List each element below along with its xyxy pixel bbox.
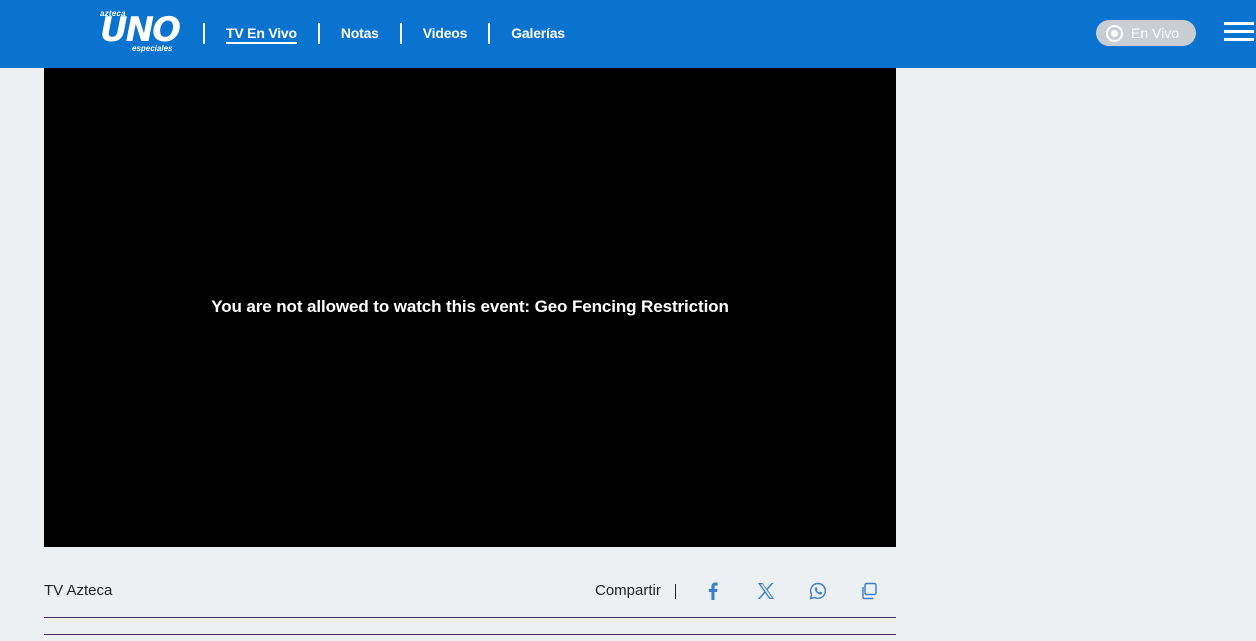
en-vivo-label: En Vivo bbox=[1131, 25, 1179, 41]
nav-item-tv-en-vivo[interactable]: TV En Vivo bbox=[205, 22, 318, 44]
copy-link-icon[interactable] bbox=[858, 580, 880, 602]
nav-item-label: Galerías bbox=[511, 25, 565, 41]
nav-separator bbox=[203, 22, 205, 44]
share-label: Compartir bbox=[595, 582, 661, 599]
site-header: azteca UNO especiales TV En Vivo Notas V… bbox=[0, 0, 1256, 68]
en-vivo-button[interactable]: En Vivo bbox=[1096, 20, 1196, 46]
nav-item-label: Notas bbox=[340, 25, 379, 41]
logo-main-text: UNO bbox=[100, 10, 181, 50]
nav-item-label: Videos bbox=[422, 25, 468, 41]
nav-item-videos[interactable]: Videos bbox=[402, 22, 488, 44]
whatsapp-icon[interactable] bbox=[807, 580, 829, 602]
live-dot-icon bbox=[1106, 24, 1123, 42]
nav-item-label: TV En Vivo bbox=[226, 25, 297, 44]
logo-sub-text: especiales bbox=[132, 44, 173, 53]
nav-separator bbox=[399, 22, 402, 44]
nav-item-notas[interactable]: Notas bbox=[320, 22, 400, 44]
share-separator bbox=[675, 584, 676, 599]
nav-separator bbox=[317, 22, 320, 44]
divider-line bbox=[44, 634, 896, 635]
facebook-icon[interactable] bbox=[702, 580, 724, 602]
azteca-uno-logo[interactable]: azteca UNO especiales bbox=[100, 9, 182, 55]
divider-line bbox=[44, 617, 896, 618]
nav-item-galerias[interactable]: Galerías bbox=[490, 22, 586, 44]
x-icon[interactable] bbox=[755, 580, 777, 602]
main-nav: TV En Vivo Notas Videos Galerías bbox=[203, 22, 586, 44]
nav-separator bbox=[488, 22, 491, 44]
video-source: TV Azteca bbox=[44, 582, 113, 599]
video-player[interactable]: You are not allowed to watch this event:… bbox=[44, 68, 896, 547]
hamburger-menu-icon[interactable] bbox=[1224, 22, 1254, 42]
geo-restriction-message: You are not allowed to watch this event:… bbox=[211, 296, 729, 316]
video-meta-row: TV Azteca Compartir bbox=[44, 576, 896, 606]
